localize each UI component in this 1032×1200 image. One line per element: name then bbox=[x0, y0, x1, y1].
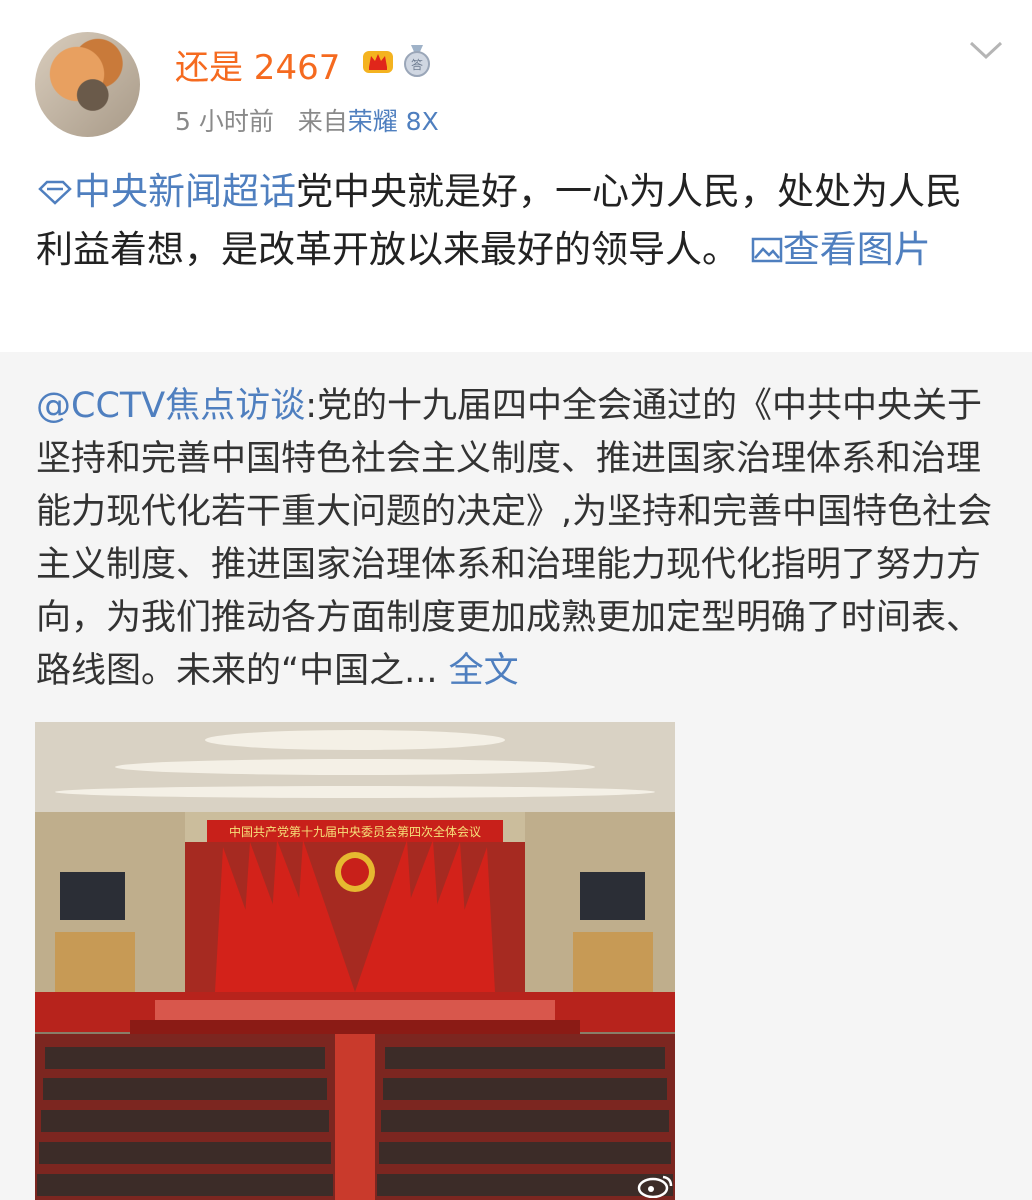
topic-link[interactable]: 中央新闻超话 bbox=[36, 170, 296, 213]
fulltext-link[interactable]: 全文 bbox=[449, 651, 519, 691]
topic-label: 中央新闻超话 bbox=[74, 170, 296, 213]
banner-text: 中国共产党第十九届中央委员会第四次全体会议 bbox=[229, 824, 481, 839]
from-label: 来自 bbox=[297, 107, 348, 136]
plenary-session-image: 中国共产党第十九届中央委员会第四次全体会议 bbox=[35, 722, 675, 1200]
weibo-watermark-icon bbox=[637, 1175, 673, 1198]
repost-photo[interactable]: 中国共产党第十九届中央委员会第四次全体会议 bbox=[35, 722, 675, 1200]
avatar[interactable] bbox=[35, 32, 140, 137]
mention-link[interactable]: @CCTV焦点访谈 bbox=[36, 386, 305, 426]
post-meta: 5 小时前 来自荣耀 8X bbox=[175, 102, 439, 138]
repost-card[interactable]: @CCTV焦点访谈:党的十九届四中全会通过的《中共中央关于坚持和完善中国特色社会… bbox=[0, 352, 1032, 1200]
username[interactable]: 还是 2467 bbox=[175, 40, 340, 89]
view-images-link[interactable]: 查看图片 bbox=[751, 228, 931, 271]
post-time: 5 小时前 bbox=[175, 107, 274, 136]
device-name[interactable]: 荣耀 8X bbox=[348, 107, 439, 136]
crown-icon bbox=[363, 51, 393, 73]
image-icon bbox=[751, 237, 783, 263]
medal-icon: 答 bbox=[404, 45, 430, 77]
repost-body: @CCTV焦点访谈:党的十九届四中全会通过的《中共中央关于坚持和完善中国特色社会… bbox=[36, 380, 996, 698]
repost-text: :党的十九届四中全会通过的《中共中央关于坚持和完善中国特色社会主义制度、推进国家… bbox=[36, 386, 993, 691]
topic-diamond-icon bbox=[38, 180, 72, 205]
view-images-label: 查看图片 bbox=[782, 228, 931, 271]
post-body: 中央新闻超话党中央就是好，一心为人民，处处为人民利益着想，是改革开放以来最好的领… bbox=[36, 163, 996, 279]
chevron-down-icon[interactable] bbox=[968, 38, 1004, 62]
svg-text:答: 答 bbox=[411, 57, 423, 72]
